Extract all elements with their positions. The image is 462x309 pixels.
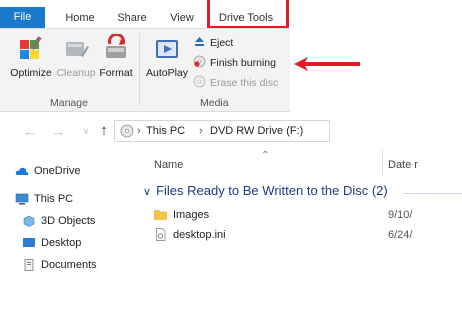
eject-button[interactable]: Eject bbox=[193, 35, 233, 51]
file-date: 9/10/ bbox=[388, 209, 413, 221]
file-name: desktop.ini bbox=[173, 229, 226, 241]
optimize-button[interactable]: Optimize bbox=[8, 29, 54, 83]
finish-burning-label: Finish burning bbox=[210, 57, 276, 69]
sidebar-item-label: Documents bbox=[41, 259, 97, 271]
folder-icon bbox=[154, 210, 167, 220]
autoplay-label: AutoPlay bbox=[146, 67, 189, 79]
column-header-name[interactable]: Name bbox=[154, 159, 183, 171]
format-button[interactable]: Format bbox=[98, 29, 134, 83]
dvd-drive-icon bbox=[120, 124, 134, 138]
tab-file[interactable]: File bbox=[0, 7, 45, 28]
tab-share[interactable]: Share bbox=[112, 8, 152, 28]
column-header-date[interactable]: Date r bbox=[388, 159, 418, 171]
breadcrumb-chevron-icon: › bbox=[199, 125, 203, 137]
burn-disc-icon bbox=[193, 55, 206, 68]
annotation-arrow-icon bbox=[294, 57, 360, 71]
group-header-title: Files Ready to Be Written to the Disc (2… bbox=[156, 183, 388, 198]
group-separator bbox=[139, 33, 140, 105]
arrow-right-icon: → bbox=[51, 123, 65, 139]
autoplay-button[interactable]: AutoPlay bbox=[146, 29, 188, 83]
group-header-divider bbox=[403, 193, 462, 194]
back-button[interactable]: ← bbox=[20, 121, 40, 141]
column-divider[interactable] bbox=[382, 150, 383, 176]
cloud-icon bbox=[15, 167, 29, 175]
file-name: Images bbox=[173, 209, 210, 221]
address-bar[interactable]: › This PC › DVD RW Drive (F:) bbox=[114, 120, 330, 142]
recent-locations-button[interactable]: ∨ bbox=[76, 121, 96, 141]
finish-burning-button[interactable]: Finish burning bbox=[193, 55, 276, 71]
navigation-bar: ← → ∨ ↑ › This PC › DVD RW Drive (F:) bbox=[0, 118, 462, 144]
eject-label: Eject bbox=[210, 37, 234, 49]
chevron-down-icon: ∨ bbox=[143, 186, 152, 198]
optimize-icon bbox=[20, 36, 42, 59]
sidebar-item-label: Desktop bbox=[41, 237, 82, 249]
tab-home[interactable]: Home bbox=[56, 8, 104, 28]
forward-button[interactable]: → bbox=[48, 121, 68, 141]
list-item[interactable]: desktop.ini 6/24/ bbox=[154, 226, 462, 244]
desktop-icon bbox=[23, 238, 35, 247]
tab-view[interactable]: View bbox=[164, 8, 200, 28]
documents-icon bbox=[24, 259, 34, 271]
format-label: Format bbox=[99, 67, 133, 79]
autoplay-icon bbox=[156, 40, 178, 58]
cleanup-icon bbox=[66, 42, 89, 57]
ribbon-tab-bar: File Home Share View Drive Tools bbox=[0, 0, 300, 29]
cleanup-label: Cleanup bbox=[56, 67, 96, 79]
computer-icon bbox=[15, 193, 29, 205]
sidebar-item-label: OneDrive bbox=[34, 165, 81, 177]
media-group-label: Media bbox=[200, 97, 229, 109]
sidebar-item-label: 3D Objects bbox=[41, 215, 96, 227]
ribbon-panel: Optimize Cleanup Format AutoPlay Eject F… bbox=[0, 28, 290, 112]
sort-ascending-icon: ⌃ bbox=[261, 150, 270, 161]
up-button[interactable]: ↑ bbox=[94, 121, 114, 141]
breadcrumb-dvd-drive[interactable]: DVD RW Drive (F:) bbox=[210, 121, 303, 141]
arrow-left-icon: ← bbox=[23, 123, 37, 139]
cleanup-button[interactable]: Cleanup bbox=[54, 29, 98, 83]
arrow-up-icon: ↑ bbox=[100, 122, 108, 139]
3d-objects-icon bbox=[23, 215, 35, 227]
file-list-pane: ⌃ Name Date r ∨ Files Ready to Be Written… bbox=[135, 146, 462, 309]
settings-file-icon bbox=[156, 228, 166, 241]
file-date: 6/24/ bbox=[388, 229, 413, 241]
manage-group-label: Manage bbox=[50, 97, 88, 109]
erase-disc-label: Erase this disc bbox=[210, 77, 279, 89]
sidebar-item-label: This PC bbox=[34, 193, 74, 205]
erase-disc-icon bbox=[193, 75, 206, 88]
list-item[interactable]: Images 9/10/ bbox=[154, 206, 462, 224]
format-icon bbox=[106, 34, 126, 58]
erase-disc-button[interactable]: Erase this disc bbox=[193, 75, 278, 91]
eject-icon bbox=[195, 37, 204, 46]
breadcrumb-this-pc[interactable]: This PC bbox=[146, 121, 185, 141]
group-header[interactable]: ∨ Files Ready to Be Written to the Disc (… bbox=[143, 183, 388, 198]
breadcrumb-chevron-icon: › bbox=[137, 125, 141, 137]
optimize-label: Optimize bbox=[10, 67, 52, 79]
tab-drive-tools[interactable]: Drive Tools bbox=[211, 8, 281, 28]
chevron-down-icon: ∨ bbox=[82, 126, 90, 136]
navigation-pane: OneDrive This PC 3D Objects Desktop Docu… bbox=[0, 152, 135, 309]
